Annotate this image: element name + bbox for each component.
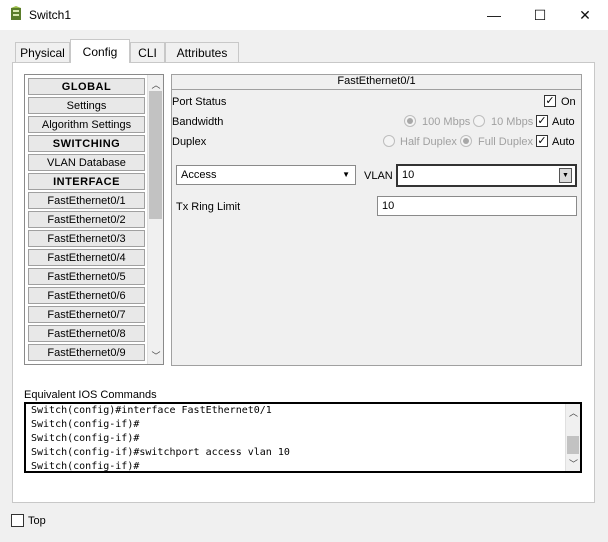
port-mode-value: Access — [181, 169, 217, 181]
port-on-label: On — [561, 96, 576, 108]
full-duplex-radio[interactable] — [460, 135, 472, 147]
radio-selected-icon — [407, 118, 413, 124]
bandwidth-auto-label: Auto — [552, 116, 575, 128]
window-title: Switch1 — [29, 8, 72, 22]
radio-selected-icon — [463, 138, 469, 144]
bandwidth-auto-checkbox[interactable]: ✓ — [536, 115, 548, 127]
vlan-select[interactable]: 10 ▼ — [396, 164, 577, 187]
full-duplex-label: Full Duplex — [478, 136, 534, 148]
sidebar-item-settings[interactable]: Settings — [28, 97, 145, 114]
half-duplex-label: Half Duplex — [400, 136, 457, 148]
interface-title: FastEthernet0/1 — [171, 74, 582, 90]
console-scroll-thumb[interactable] — [567, 436, 579, 454]
bandwidth-100-label: 100 Mbps — [422, 116, 471, 128]
sidebar-scrollbar[interactable]: ︿ ﹀ — [147, 75, 163, 364]
tab-physical[interactable]: Physical — [15, 42, 70, 62]
tx-ring-limit-input[interactable]: 10 — [377, 196, 577, 216]
top-checkbox[interactable] — [11, 514, 24, 527]
check-icon: ✓ — [537, 115, 547, 127]
switch-app-icon — [11, 6, 21, 20]
sidebar-header-switching: SWITCHING — [28, 135, 145, 152]
sidebar-item-fastethernet0-9[interactable]: FastEthernet0/9 — [28, 344, 145, 361]
vlan-value: 10 — [402, 169, 415, 181]
ios-line: Switch(config-if)# — [31, 433, 140, 444]
chevron-down-icon: ▼ — [342, 170, 350, 179]
ios-line: Switch(config-if)# — [31, 419, 140, 430]
scroll-down-icon[interactable]: ﹀ — [566, 456, 580, 470]
sidebar-scroll-thumb[interactable] — [149, 91, 162, 219]
scroll-down-icon[interactable]: ﹀ — [148, 348, 163, 362]
sidebar-item-fastethernet0-5[interactable]: FastEthernet0/5 — [28, 268, 145, 285]
bandwidth-label: Bandwidth — [172, 116, 224, 128]
console-scrollbar[interactable]: ︿ ﹀ — [565, 404, 580, 471]
half-duplex-radio[interactable] — [383, 135, 395, 147]
sidebar-item-fastethernet0-3[interactable]: FastEthernet0/3 — [28, 230, 145, 247]
tab-config[interactable]: Config — [70, 39, 130, 63]
duplex-auto-label: Auto — [552, 136, 575, 148]
duplex-auto-checkbox[interactable]: ✓ — [536, 135, 548, 147]
scroll-up-icon[interactable]: ︿ — [148, 77, 163, 91]
tx-ring-limit-label: Tx Ring Limit — [176, 201, 241, 213]
vlan-label: VLAN — [364, 170, 393, 182]
maximize-button[interactable]: ☐ — [517, 0, 563, 30]
ios-commands-console[interactable]: Switch(config)#interface FastEthernet0/1… — [24, 402, 582, 473]
sidebar-item-fastethernet0-7[interactable]: FastEthernet0/7 — [28, 306, 145, 323]
ios-line: Switch(config)#interface FastEthernet0/1 — [31, 405, 272, 416]
sidebar-item-fastethernet0-2[interactable]: FastEthernet0/2 — [28, 211, 145, 228]
vlan-dropdown-icon[interactable]: ▼ — [559, 168, 572, 183]
config-sidebar[interactable]: GLOBAL Settings Algorithm Settings SWITC… — [24, 74, 164, 365]
port-mode-select[interactable]: Access ▼ — [176, 165, 356, 185]
sidebar-item-fastethernet0-8[interactable]: FastEthernet0/8 — [28, 325, 145, 342]
port-status-checkbox[interactable]: ✓ — [544, 95, 556, 107]
check-icon: ✓ — [545, 95, 555, 107]
sidebar-item-fastethernet0-1[interactable]: FastEthernet0/1 — [28, 192, 145, 209]
check-icon: ✓ — [537, 135, 547, 147]
bandwidth-10-label: 10 Mbps — [491, 116, 534, 128]
top-label: Top — [28, 515, 46, 527]
close-button[interactable]: ✕ — [562, 0, 608, 30]
duplex-label: Duplex — [172, 136, 207, 148]
tab-cli[interactable]: CLI — [130, 42, 165, 62]
scroll-up-icon[interactable]: ︿ — [566, 405, 580, 419]
tab-attributes[interactable]: Attributes — [165, 42, 239, 62]
ios-line: Switch(config-if)#switchport access vlan… — [31, 447, 290, 458]
sidebar-header-interface: INTERFACE — [28, 173, 145, 190]
ios-commands-label: Equivalent IOS Commands — [24, 389, 157, 401]
bandwidth-10-radio[interactable] — [473, 115, 485, 127]
port-status-label: Port Status — [172, 96, 227, 108]
minimize-button[interactable]: — — [471, 0, 517, 30]
ios-line: Switch(config-if)# — [31, 461, 140, 472]
sidebar-item-vlan-database[interactable]: VLAN Database — [28, 154, 145, 171]
bandwidth-100-radio[interactable] — [404, 115, 416, 127]
sidebar-item-fastethernet0-4[interactable]: FastEthernet0/4 — [28, 249, 145, 266]
sidebar-item-algorithm-settings[interactable]: Algorithm Settings — [28, 116, 145, 133]
sidebar-item-fastethernet0-6[interactable]: FastEthernet0/6 — [28, 287, 145, 304]
sidebar-header-global: GLOBAL — [28, 78, 145, 95]
